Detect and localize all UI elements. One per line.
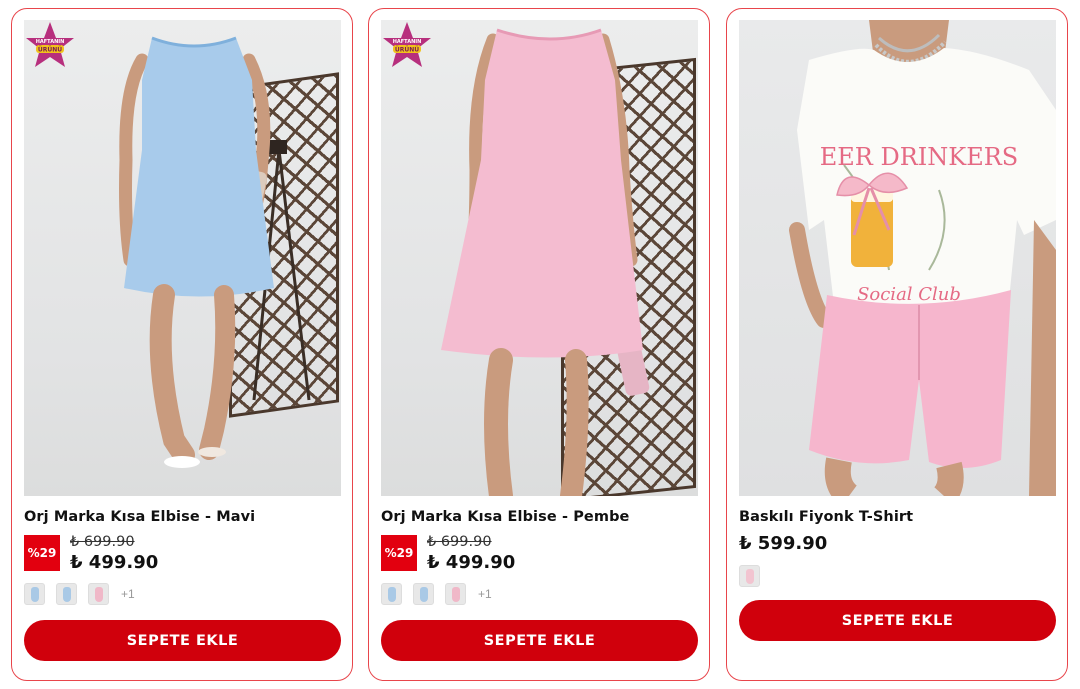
current-price: ₺ 499.90 (70, 552, 159, 573)
svg-text:ÜRÜNÜ: ÜRÜNÜ (38, 47, 62, 54)
svg-text:HAFTANIN: HAFTANIN (36, 39, 65, 45)
swatch-thumbnail[interactable] (24, 583, 45, 605)
product-title[interactable]: Orj Marka Kısa Elbise - Mavi (24, 509, 255, 525)
color-swatches: +1 (381, 583, 492, 605)
model-illustration: EER DRINKERS Social Club (789, 20, 1056, 496)
product-card-1[interactable]: HAFTANIN ÜRÜNÜ Orj Marka Kısa Elbise - M… (11, 8, 353, 681)
svg-text:Social Club: Social Club (857, 284, 961, 305)
current-price: ₺ 499.90 (427, 552, 516, 573)
shorts-shape (809, 290, 1011, 469)
product-title[interactable]: Baskılı Fiyonk T-Shirt (739, 509, 913, 525)
model-illustration (441, 28, 650, 496)
discount-badge: %29 (24, 535, 60, 571)
star-badge-icon: HAFTANIN ÜRÜNÜ (26, 22, 74, 67)
product-image[interactable]: EER DRINKERS Social Club (739, 20, 1056, 496)
color-swatches (739, 565, 760, 587)
star-badge-icon: HAFTANIN ÜRÜNÜ (383, 22, 431, 67)
beer-glass-shape (851, 195, 893, 267)
product-card-3[interactable]: EER DRINKERS Social Club Baskılı Fiyonk … (726, 8, 1068, 681)
discount-badge: %29 (381, 535, 417, 571)
old-price: ₺ 699.90 (427, 534, 492, 550)
swatch-thumbnail[interactable] (88, 583, 109, 605)
swatch-thumbnail[interactable] (56, 583, 77, 605)
add-to-cart-button[interactable]: SEPETE EKLE (739, 600, 1056, 641)
svg-text:HAFTANIN: HAFTANIN (393, 39, 422, 45)
swatch-thumbnail[interactable] (381, 583, 402, 605)
old-price: ₺ 699.90 (70, 534, 135, 550)
product-image[interactable]: HAFTANIN ÜRÜNÜ (24, 20, 341, 496)
swatch-thumbnail[interactable] (739, 565, 760, 587)
svg-text:ÜRÜNÜ: ÜRÜNÜ (395, 47, 419, 54)
more-swatches[interactable]: +1 (478, 587, 492, 601)
color-swatches: +1 (24, 583, 135, 605)
more-swatches[interactable]: +1 (121, 587, 135, 601)
add-to-cart-button[interactable]: SEPETE EKLE (381, 620, 698, 661)
current-price: ₺ 599.90 (739, 533, 828, 554)
product-title[interactable]: Orj Marka Kısa Elbise - Pembe (381, 509, 630, 525)
swatch-thumbnail[interactable] (445, 583, 466, 605)
model-illustration (119, 36, 311, 468)
tshirt-shape (797, 48, 1056, 312)
product-card-2[interactable]: HAFTANIN ÜRÜNÜ Orj Marka Kısa Elbise - P… (368, 8, 710, 681)
tshirt-print-text: EER DRINKERS (820, 143, 1019, 171)
swatch-thumbnail[interactable] (413, 583, 434, 605)
product-image[interactable]: HAFTANIN ÜRÜNÜ (381, 20, 698, 496)
add-to-cart-button[interactable]: SEPETE EKLE (24, 620, 341, 661)
